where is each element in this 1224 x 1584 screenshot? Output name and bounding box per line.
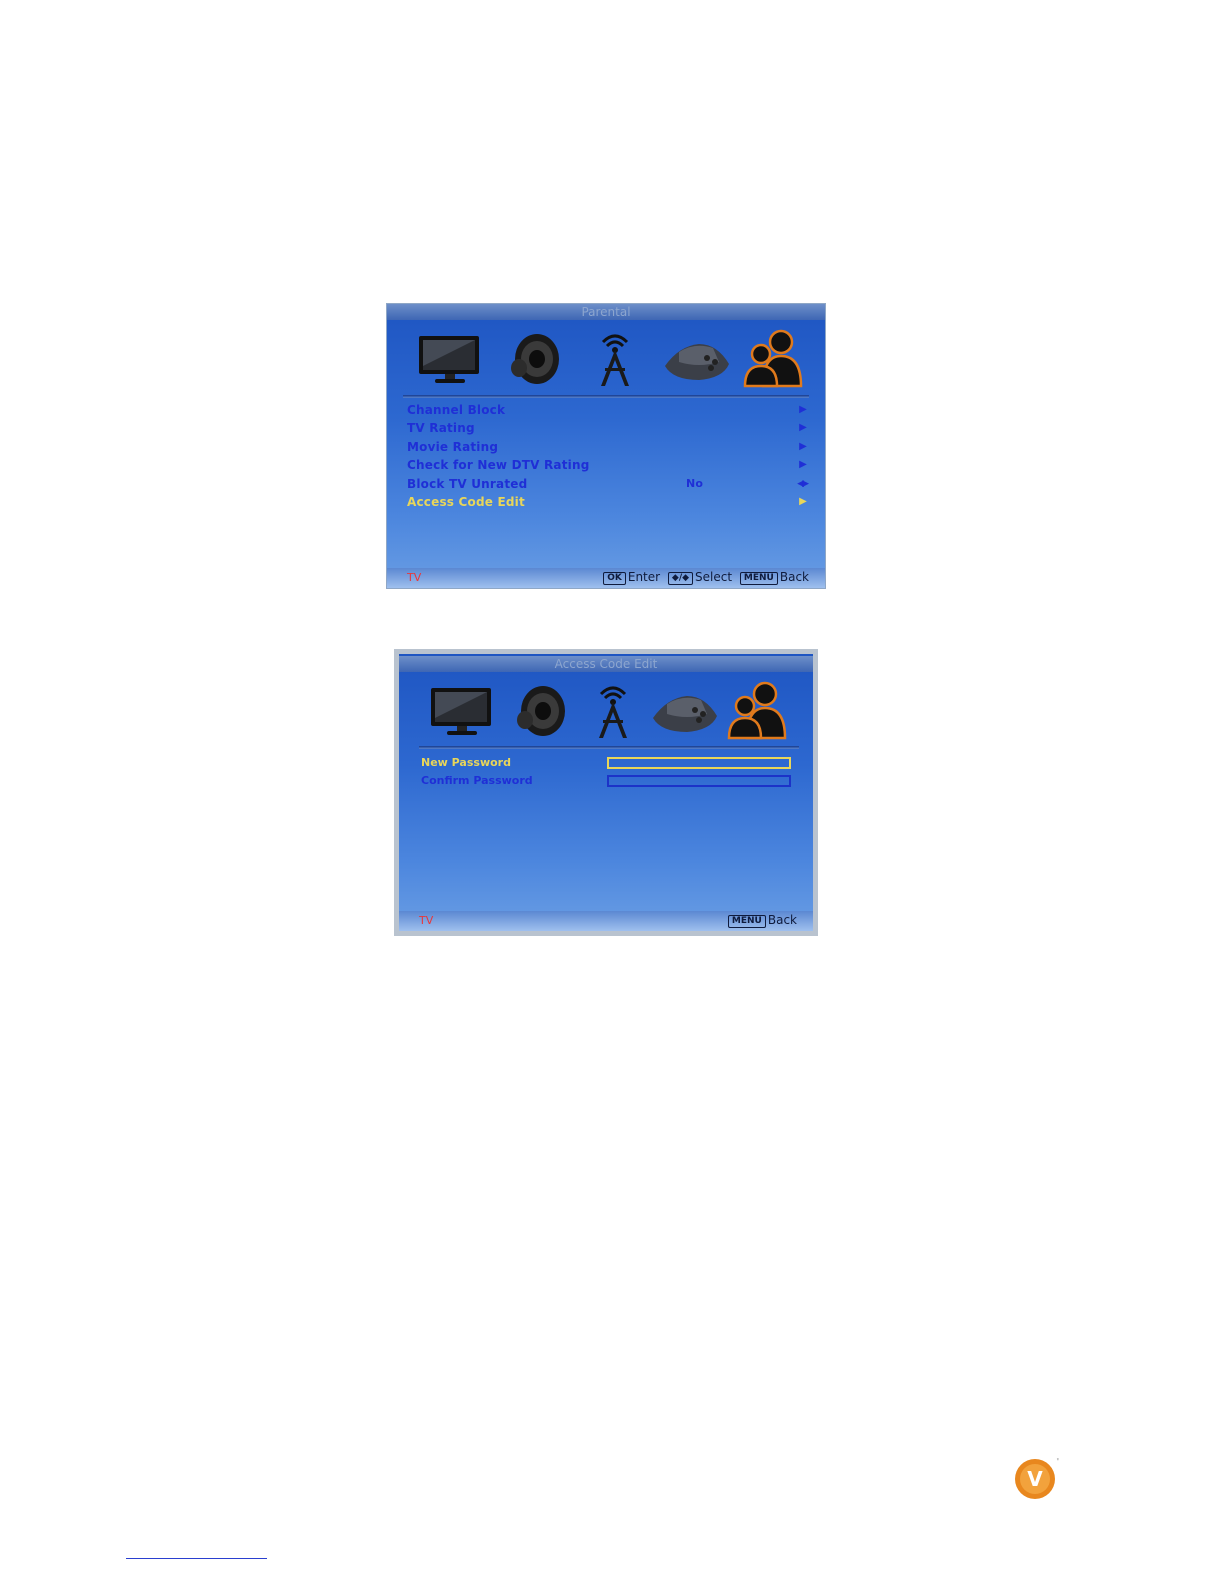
- antenna-tower-icon[interactable]: [575, 680, 651, 742]
- right-arrow-icon: ▶: [799, 459, 807, 471]
- menu-item-check-new-dtv-rating[interactable]: Check for New DTV Rating ▶: [407, 456, 807, 474]
- menu-category-icons: [409, 680, 803, 744]
- antenna-tower-icon[interactable]: [577, 328, 653, 390]
- menu-item-value: No: [686, 476, 704, 490]
- parental-users-icon[interactable]: [737, 328, 813, 390]
- select-label: Select: [695, 570, 733, 584]
- menu-item-label: Block TV Unrated: [407, 476, 528, 491]
- menu-item-block-tv-unrated[interactable]: Block TV Unrated No ◀▶: [407, 475, 809, 493]
- menu-category-icons: [397, 328, 815, 392]
- settings-device-icon[interactable]: [659, 328, 735, 390]
- ok-key-icon: OK: [603, 572, 626, 585]
- logo-letter: V: [1027, 1467, 1043, 1491]
- access-code-edit-screen: Access Code Edit New Password Confirm Pa…: [394, 649, 818, 936]
- menu-item-tv-rating[interactable]: TV Rating ▶: [407, 419, 807, 437]
- tv-picture-icon[interactable]: [425, 680, 501, 742]
- menu-key-icon: MENU: [727, 915, 766, 928]
- right-arrow-icon: ▶: [799, 440, 807, 452]
- right-arrow-icon: ▶: [799, 422, 807, 434]
- vizio-logo-icon: V ™: [1013, 1455, 1062, 1501]
- input-source-label: TV: [407, 571, 422, 584]
- menu-item-label: Access Code Edit: [407, 494, 525, 509]
- confirm-password-row[interactable]: Confirm Password: [421, 772, 801, 790]
- menu-title: Parental: [387, 304, 825, 320]
- input-source-label: TV: [419, 914, 434, 927]
- menu-item-label: Channel Block: [407, 403, 506, 417]
- confirm-password-field[interactable]: [607, 775, 791, 787]
- menu-item-label: Movie Rating: [407, 439, 499, 454]
- menu-divider: [419, 746, 799, 749]
- right-arrow-icon: ▶: [799, 404, 807, 415]
- menu-item-label: Check for New DTV Rating: [407, 458, 590, 473]
- button-help-bar: MENU Back: [724, 913, 797, 928]
- parental-menu-screen: Parental Channel Block ▶ TV Rating ▶ Mov…: [386, 303, 826, 589]
- password-form: New Password Confirm Password: [421, 754, 801, 790]
- new-password-field[interactable]: [607, 757, 791, 769]
- left-right-arrow-icon: ◀▶: [797, 478, 809, 489]
- settings-device-icon[interactable]: [647, 680, 723, 742]
- right-arrow-icon: ▶: [799, 495, 807, 507]
- menu-footer: TV OK Enter ◆/◆ Select MENU Back: [387, 568, 825, 588]
- parental-users-icon[interactable]: [721, 680, 797, 742]
- menu-item-access-code-edit[interactable]: Access Code Edit ▶: [407, 493, 807, 511]
- menu-item-label: TV Rating: [407, 421, 475, 436]
- new-password-label: New Password: [421, 756, 511, 769]
- parental-menu-list: Channel Block ▶ TV Rating ▶ Movie Rating…: [407, 401, 809, 511]
- confirm-password-label: Confirm Password: [421, 774, 533, 787]
- menu-footer: TV MENU Back: [399, 911, 813, 931]
- page-footer-rule: [126, 1558, 267, 1559]
- trademark-mark: ™: [1056, 1458, 1059, 1465]
- menu-title: Access Code Edit: [399, 656, 813, 672]
- tv-picture-icon[interactable]: [413, 328, 489, 390]
- new-password-row[interactable]: New Password: [421, 754, 801, 772]
- back-label: Back: [779, 570, 809, 584]
- speaker-audio-icon[interactable]: [503, 680, 579, 742]
- speaker-audio-icon[interactable]: [497, 328, 573, 390]
- navigation-key-icon: ◆/◆: [667, 572, 694, 585]
- menu-item-channel-block[interactable]: Channel Block ▶: [407, 401, 807, 419]
- menu-divider: [403, 395, 809, 398]
- menu-item-movie-rating[interactable]: Movie Rating ▶: [407, 438, 807, 456]
- back-label: Back: [767, 913, 797, 927]
- menu-key-icon: MENU: [739, 572, 778, 585]
- enter-label: Enter: [627, 570, 661, 584]
- button-help-bar: OK Enter ◆/◆ Select MENU Back: [599, 570, 809, 585]
